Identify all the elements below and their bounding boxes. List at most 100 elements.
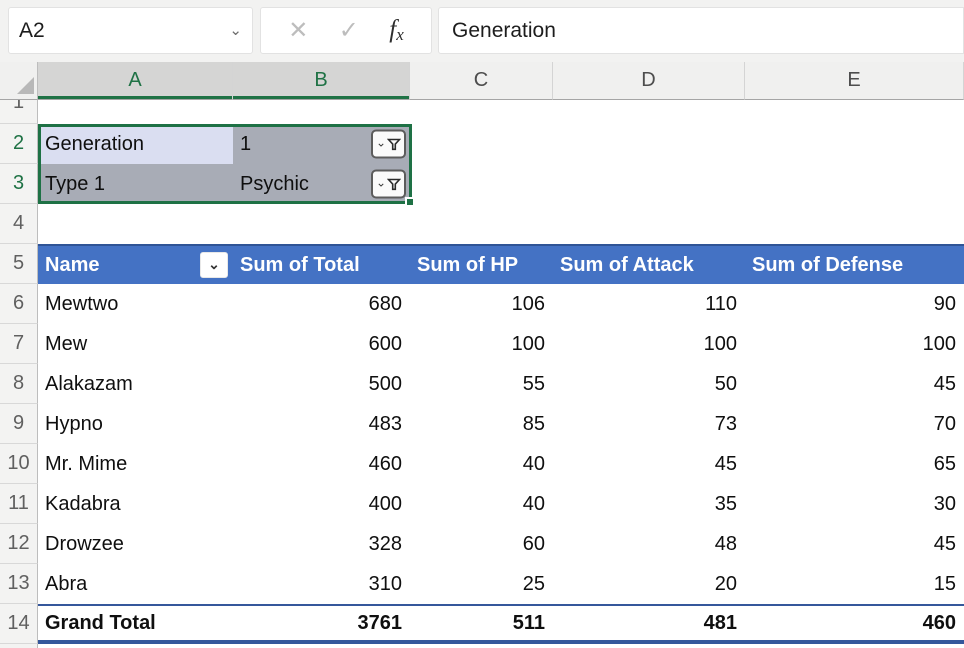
cell-attack[interactable]: 35 — [553, 484, 745, 524]
pivot-header-total[interactable]: Sum of Total — [233, 244, 410, 284]
cell-defense[interactable]: 45 — [745, 524, 964, 564]
cell-pokemon-name[interactable]: Mew — [38, 324, 233, 364]
cell-total[interactable]: 483 — [233, 404, 410, 444]
row-header-5[interactable]: 5 — [0, 244, 38, 284]
cell-pokemon-name[interactable]: Mr. Mime — [38, 444, 233, 484]
cell-empty[interactable] — [410, 204, 553, 244]
column-header-e[interactable]: E — [745, 62, 964, 100]
cell-hp[interactable]: 25 — [410, 564, 553, 604]
cell-empty[interactable] — [233, 204, 410, 244]
cell-empty[interactable] — [553, 164, 745, 204]
name-box[interactable]: A2 ⌄ — [8, 7, 253, 54]
cell-empty[interactable] — [553, 100, 745, 124]
cell-filter-label-generation[interactable]: Generation — [38, 124, 233, 164]
cell-grand-total-label[interactable]: Grand Total — [38, 604, 233, 644]
cell-empty[interactable] — [745, 164, 964, 204]
cell-empty[interactable] — [38, 204, 233, 244]
pivot-header-hp[interactable]: Sum of HP — [410, 244, 553, 284]
pivot-filter-button[interactable]: ⌄ — [371, 170, 406, 199]
cell-empty[interactable] — [410, 100, 553, 124]
cell-pokemon-name[interactable]: Abra — [38, 564, 233, 604]
row-header-2[interactable]: 2 — [0, 124, 38, 164]
row-header-8[interactable]: 8 — [0, 364, 38, 404]
column-header-c[interactable]: C — [410, 62, 553, 100]
confirm-icon[interactable]: ✓ — [339, 16, 359, 45]
cell-pokemon-name[interactable]: Mewtwo — [38, 284, 233, 324]
row-header-13[interactable]: 13 — [0, 564, 38, 604]
pivot-header-attack[interactable]: Sum of Attack — [553, 244, 745, 284]
cell-empty[interactable] — [38, 100, 233, 124]
cell-hp[interactable]: 40 — [410, 444, 553, 484]
cell-grand-total-attack[interactable]: 481 — [553, 604, 745, 644]
cell-total[interactable]: 600 — [233, 324, 410, 364]
cell-total[interactable]: 680 — [233, 284, 410, 324]
cell-empty[interactable] — [553, 124, 745, 164]
cell-empty[interactable] — [410, 124, 553, 164]
cell-defense[interactable]: 45 — [745, 364, 964, 404]
column-header-b[interactable]: B — [233, 62, 410, 100]
cell-defense[interactable]: 90 — [745, 284, 964, 324]
row-header-11[interactable]: 11 — [0, 484, 38, 524]
cell-attack[interactable]: 73 — [553, 404, 745, 444]
cell-hp[interactable]: 55 — [410, 364, 553, 404]
cell-defense[interactable]: 30 — [745, 484, 964, 524]
cell-hp[interactable]: 60 — [410, 524, 553, 564]
cell-total[interactable]: 460 — [233, 444, 410, 484]
cell-attack[interactable]: 50 — [553, 364, 745, 404]
cell-filter-value-type1[interactable]: Psychic ⌄ — [233, 164, 410, 204]
formula-bar[interactable]: Generation — [438, 7, 964, 54]
row-header-3[interactable]: 3 — [0, 164, 38, 204]
cell-empty[interactable] — [745, 204, 964, 244]
cell-pokemon-name[interactable]: Drowzee — [38, 524, 233, 564]
cell-defense[interactable]: 65 — [745, 444, 964, 484]
cell-attack[interactable]: 45 — [553, 444, 745, 484]
cell-total[interactable]: 400 — [233, 484, 410, 524]
row-header-12[interactable]: 12 — [0, 524, 38, 564]
cell-total[interactable]: 328 — [233, 524, 410, 564]
cell-grand-total-hp[interactable]: 511 — [410, 604, 553, 644]
insert-function-icon[interactable]: fx — [389, 16, 404, 45]
cell-empty[interactable] — [745, 124, 964, 164]
name-filter-dropdown-button[interactable]: ⌄ — [200, 252, 228, 278]
pivot-header-defense[interactable]: Sum of Defense — [745, 244, 964, 284]
cell-grand-total-defense[interactable]: 460 — [745, 604, 964, 644]
formula-bar-content: Generation — [452, 19, 556, 43]
cell-pokemon-name[interactable]: Alakazam — [38, 364, 233, 404]
row-header-6[interactable]: 6 — [0, 284, 38, 324]
chevron-down-icon[interactable]: ⌄ — [229, 26, 242, 36]
pivot-filter-button[interactable]: ⌄ — [371, 130, 406, 159]
pivot-header-name[interactable]: Name ⌄ — [38, 244, 233, 284]
cell-filter-label-type1[interactable]: Type 1 — [38, 164, 233, 204]
cell-pokemon-name[interactable]: Kadabra — [38, 484, 233, 524]
cell-attack[interactable]: 20 — [553, 564, 745, 604]
cell-defense[interactable]: 15 — [745, 564, 964, 604]
cell-attack[interactable]: 48 — [553, 524, 745, 564]
row-header-7[interactable]: 7 — [0, 324, 38, 364]
cell-hp[interactable]: 85 — [410, 404, 553, 444]
cell-grand-total-total[interactable]: 3761 — [233, 604, 410, 644]
cell-attack[interactable]: 100 — [553, 324, 745, 364]
cell-hp[interactable]: 40 — [410, 484, 553, 524]
row-header-14[interactable]: 14 — [0, 604, 38, 644]
cell-pokemon-name[interactable]: Hypno — [38, 404, 233, 444]
cell-empty[interactable] — [745, 100, 964, 124]
row-header-10[interactable]: 10 — [0, 444, 38, 484]
cell-empty[interactable] — [233, 100, 410, 124]
row-header-4[interactable]: 4 — [0, 204, 38, 244]
row-header-9[interactable]: 9 — [0, 404, 38, 444]
cell-total[interactable]: 500 — [233, 364, 410, 404]
cell-filter-value-generation[interactable]: 1 ⌄ — [233, 124, 410, 164]
cell-defense[interactable]: 100 — [745, 324, 964, 364]
cell-hp[interactable]: 100 — [410, 324, 553, 364]
cell-attack[interactable]: 110 — [553, 284, 745, 324]
column-header-a[interactable]: A — [38, 62, 233, 100]
cell-defense[interactable]: 70 — [745, 404, 964, 444]
cell-empty[interactable] — [553, 204, 745, 244]
column-header-d[interactable]: D — [553, 62, 745, 100]
row-header-1[interactable]: 1 — [0, 100, 38, 124]
cancel-icon[interactable]: ✕ — [288, 16, 308, 45]
cell-empty[interactable] — [410, 164, 553, 204]
select-all-corner[interactable] — [0, 62, 38, 100]
cell-hp[interactable]: 106 — [410, 284, 553, 324]
cell-total[interactable]: 310 — [233, 564, 410, 604]
